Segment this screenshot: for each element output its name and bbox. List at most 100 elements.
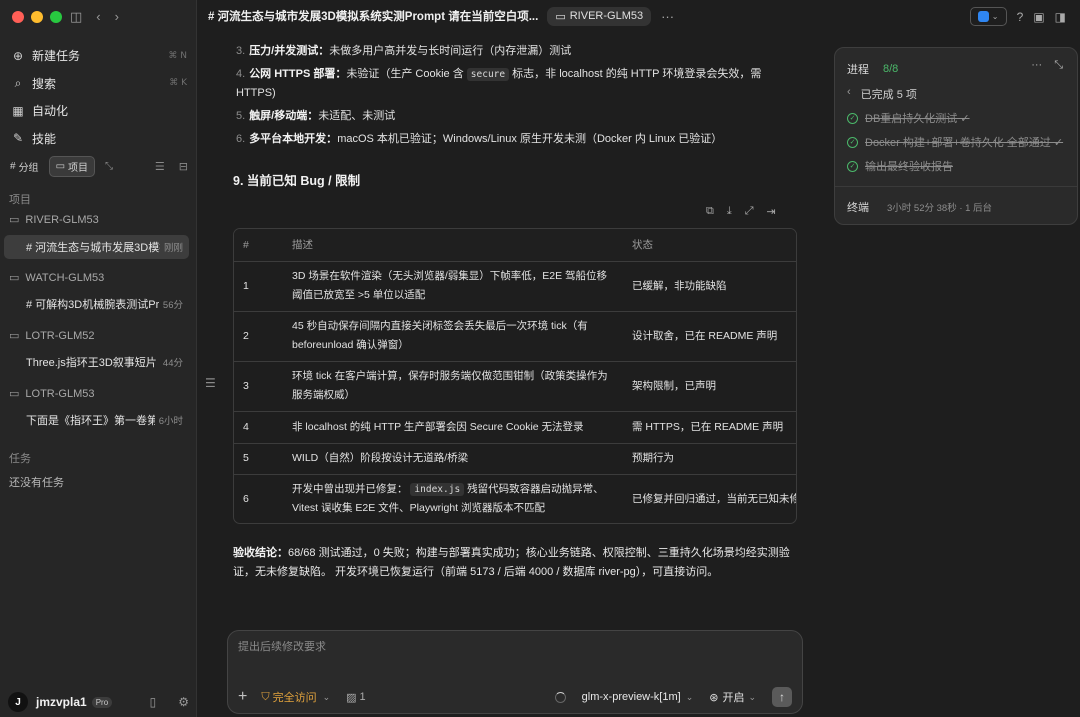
project-river-glm53[interactable]: ▭ RIVER-GLM53 [9, 213, 99, 227]
expand-icon[interactable]: ⤢ [745, 205, 754, 218]
check-circle-icon: ✓ [847, 112, 858, 124]
avatar[interactable]: J [8, 692, 28, 712]
folder-icon: ▭ [9, 214, 20, 226]
sidebar-item-label: 新建任务 [32, 49, 81, 64]
add-attachment-icon[interactable]: + [238, 688, 247, 706]
completed-label: 已完成 5 项 [860, 89, 917, 101]
reasoning-label: 开启 [722, 692, 745, 704]
minimize-window-button[interactable] [31, 11, 43, 23]
help-icon[interactable]: ? [1017, 10, 1024, 24]
hash-icon: # [10, 160, 16, 172]
back-icon[interactable]: ‹ [96, 9, 100, 25]
follow-up-input[interactable] [238, 641, 778, 653]
project-lotr-glm53[interactable]: ▭ LOTR-GLM53 [9, 387, 94, 401]
more-options-icon[interactable]: ··· [661, 9, 674, 24]
thread-item[interactable]: # 可解构3D机械腕表测试Pro 56分 [4, 292, 189, 316]
window-controls [12, 11, 62, 23]
empty-tasks-message: 还没有任务 [9, 477, 64, 489]
send-button[interactable]: ↑ [772, 687, 792, 707]
sidebar-item-search[interactable]: ⌕ 搜索 ⌘ K [0, 70, 197, 98]
list-item-title: 触屏/移动端： [249, 110, 319, 122]
collapse-panel-icon[interactable]: ⤡ [1054, 59, 1063, 72]
cell-description: 45 秒自动保存间隔内直接关闭标签会丢失最后一次环境 tick（有 before… [282, 311, 624, 362]
cell-id: 5 [234, 443, 282, 475]
open-side-icon[interactable]: ⇥ [767, 205, 776, 218]
collapse-icon[interactable]: ⤡ [105, 161, 113, 172]
table-toolbar: ⧉ ⤓ ⤢ ⇥ [706, 205, 776, 218]
open-in-app-button[interactable]: ⌄ [969, 7, 1007, 26]
context-count-value: 1 [359, 691, 366, 703]
reasoning-toggle[interactable]: ⊛ 开启 ⌄ [709, 689, 756, 705]
list-item-text: 未适配、未测试 [318, 110, 396, 122]
thread-item[interactable]: # 河流生态与城市发展3D模拟 刚刚 [4, 235, 189, 259]
terminal-icon[interactable]: ▣ [1033, 10, 1044, 24]
top-bar: # 河流生态与城市发展3D模拟系统实测Prompt 请在当前空白项... ▭ R… [197, 0, 1080, 32]
check-circle-icon: ✓ [847, 160, 858, 172]
thread-item[interactable]: Three.js指环王3D叙事短片 44分 [4, 350, 189, 374]
skills-icon: ✎ [12, 131, 24, 146]
cell-description: 环境 tick 在客户端计算，保存时服务端仅做范围钳制（政策类操作为服务端权威） [282, 361, 624, 412]
group-filter-chip[interactable]: # 分组 [4, 157, 45, 176]
progress-title: 进程 [847, 64, 869, 76]
project-chip-label: RIVER-GLM53 [569, 10, 644, 22]
cell-id: 3 [234, 361, 282, 412]
chevron-down-icon: ⌄ [322, 691, 331, 702]
list-item-text: 未做多用户高并发与长时间运行（内存泄漏）测试 [329, 45, 572, 57]
split-view-icon[interactable]: ◨ [1055, 10, 1066, 24]
list-number: 3. [236, 45, 246, 57]
progress-item: ✓ Docker 构建+部署+卷持久化 全部通过 ✓ [847, 134, 1063, 150]
filter-icon[interactable]: ☰ [155, 160, 165, 173]
terminal-row[interactable]: 终端 3小时 52分 38秒 · 1 后台 [847, 199, 992, 215]
thread-title: # 可解构3D机械腕表测试Pro [26, 299, 159, 311]
check-circle-icon: ✓ [847, 136, 858, 148]
context-count[interactable]: ▨ 1 [346, 691, 366, 704]
list-item-text: 未验证（生产 Cookie 含 [346, 68, 464, 80]
progress-item-label: Docker 构建+部署+卷持久化 全部通过 ✓ [865, 137, 1064, 149]
chevron-down-icon: ⌄ [748, 691, 756, 702]
thread-time: 56分 [162, 300, 183, 311]
access-mode-dropdown[interactable]: ⛉ 完全访问 ⌄ [261, 689, 330, 705]
phone-icon[interactable]: ▯ [150, 695, 157, 709]
project-name: LOTR-GLM52 [25, 329, 95, 342]
cell-status: 已修复并回归通过，当前无已知未修复 [632, 492, 797, 505]
new-task-icon: ⊕ [12, 48, 24, 63]
project-lotr-glm52[interactable]: ▭ LOTR-GLM52 [9, 329, 95, 343]
user-bar: J jmzvpla1 Pro ▯ ⚙ [0, 687, 197, 717]
sidebar-item-automation[interactable]: ▦ 自动化 [0, 97, 197, 125]
toggle-sidebar-icon[interactable]: ◫ [70, 9, 82, 25]
project-chip[interactable]: ▭ RIVER-GLM53 [547, 6, 652, 26]
user-name[interactable]: jmzvpla1 [36, 695, 87, 709]
list-number: 6. [236, 133, 246, 145]
sidebar-filter-bar: # 分组 ▭ 项目 ⤡ ☰ ⊟ [4, 155, 188, 177]
archive-icon[interactable]: ⊟ [179, 160, 188, 173]
list-item-text: macOS 本机已验证；Windows/Linux 原生开发未测（Docker … [337, 133, 723, 145]
shield-icon: ⛉ [261, 690, 270, 703]
conclusion-paragraph: 验收结论：68/68 测试通过，0 失败；构建与部署真实成功；核心业务链路、权限… [233, 544, 793, 582]
cell-description: 3D 场景在软件渲染（无头浏览器/弱集显）下帧率低，E2E 驾船位移阈值已放宽至… [282, 261, 624, 312]
project-watch-glm53[interactable]: ▭ WATCH-GLM53 [9, 271, 104, 285]
folder-icon: ▭ [9, 272, 20, 284]
list-item-title: 公网 HTTPS 部署： [249, 68, 347, 80]
thread-time: 刚刚 [163, 243, 183, 254]
thread-item[interactable]: 下面是《指环王》第一卷第一 6小时 [4, 408, 189, 432]
close-window-button[interactable] [12, 11, 24, 23]
more-options-icon[interactable]: ··· [1031, 59, 1042, 72]
column-header: 状态 [624, 229, 796, 262]
project-filter-chip[interactable]: ▭ 项目 [48, 155, 96, 177]
gear-icon[interactable]: ⚙ [178, 695, 189, 709]
model-selector[interactable]: glm-x-preview-k[1m] ⌄ [582, 691, 694, 703]
maximize-window-button[interactable] [50, 11, 62, 23]
composer-toolbar: + ⛉ 完全访问 ⌄ ▨ 1 glm-x-preview-k[1m] ⌄ ⊛ 开… [228, 681, 802, 713]
list-item-title: 压力/并发测试： [249, 45, 330, 57]
thread-title: # 河流生态与城市发展3D模拟 [26, 242, 160, 254]
download-icon[interactable]: ⤓ [727, 205, 732, 218]
sidebar-item-skills[interactable]: ✎ 技能 [0, 125, 197, 153]
completed-toggle[interactable]: ‹ 已完成 5 项 [847, 86, 917, 102]
sidebar-item-new-task[interactable]: ⊕ 新建任务 ⌘ N [0, 42, 197, 70]
image-icon: ▨ [346, 691, 357, 704]
copy-icon[interactable]: ⧉ [706, 205, 714, 218]
terminal-meta: 3小时 52分 38秒 · 1 后台 [887, 203, 993, 214]
forward-icon[interactable]: › [115, 9, 119, 25]
column-header: 描述 [282, 229, 624, 262]
table-row: 3 环境 tick 在客户端计算，保存时服务端仅做范围钳制（政策类操作为服务端权… [234, 361, 796, 412]
